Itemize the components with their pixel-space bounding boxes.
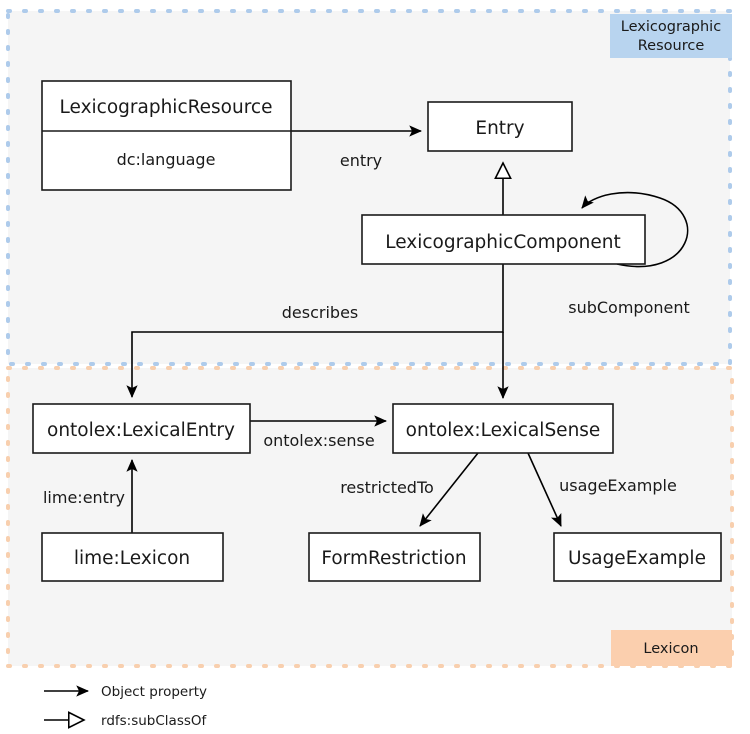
edge-label-usage-example: usageExample [559, 476, 677, 495]
diagram-canvas: LexicographicResource dc:language Entry … [6, 9, 734, 729]
legend-item-subclassof: rdfs:subClassOf [44, 713, 208, 729]
ontology-diagram: LexicographicResource dc:language Entry … [0, 0, 750, 734]
node-form-restriction-label: FormRestriction [321, 548, 466, 569]
edge-label-subcomponent: subComponent [568, 298, 690, 317]
node-ontolex-lexical-entry[interactable]: ontolex:LexicalEntry [32, 403, 251, 454]
edge-label-ontolex-sense: ontolex:sense [263, 431, 374, 450]
node-form-restriction[interactable]: FormRestriction [308, 532, 481, 582]
lexicon-region-label-text: Lexicon [643, 641, 698, 657]
edge-label-entry: entry [340, 151, 382, 170]
node-entry-label: Entry [475, 118, 524, 139]
node-lime-lexicon[interactable]: lime:Lexicon [41, 532, 224, 582]
lexicographic-resource-region-label-line1: Lexicographic [621, 19, 721, 35]
lexicon-region-label: Lexicon [611, 630, 732, 666]
node-lime-lexicon-label: lime:Lexicon [74, 548, 190, 569]
edge-label-describes: describes [282, 303, 359, 322]
node-ontolex-lexical-sense-label: ontolex:LexicalSense [406, 420, 601, 441]
node-lexicographic-component-label: LexicographicComponent [385, 232, 621, 253]
node-usage-example-label: UsageExample [568, 548, 706, 569]
lexicographic-resource-region-label-line2: Resource [638, 38, 705, 54]
node-usage-example[interactable]: UsageExample [553, 532, 722, 582]
legend-object-property-label: Object property [101, 684, 207, 700]
node-lexicographic-resource-label: LexicographicResource [60, 97, 273, 118]
legend-subclassof-label: rdfs:subClassOf [101, 713, 208, 729]
legend-item-object-property: Object property [44, 684, 207, 700]
node-ontolex-lexical-entry-label: ontolex:LexicalEntry [47, 420, 235, 441]
node-lexicographic-resource[interactable]: LexicographicResource dc:language [41, 80, 292, 191]
node-lexicographic-resource-attribute: dc:language [117, 150, 216, 169]
node-lexicographic-component[interactable]: LexicographicComponent [361, 214, 646, 265]
node-ontolex-lexical-sense[interactable]: ontolex:LexicalSense [392, 403, 614, 454]
edge-label-restricted-to: restrictedTo [340, 478, 434, 497]
edge-label-lime-entry: lime:entry [43, 488, 125, 507]
legend: Object property rdfs:subClassOf [44, 684, 208, 729]
node-entry[interactable]: Entry [427, 101, 573, 152]
lexicographic-resource-region-label: Lexicographic Resource [610, 14, 732, 58]
